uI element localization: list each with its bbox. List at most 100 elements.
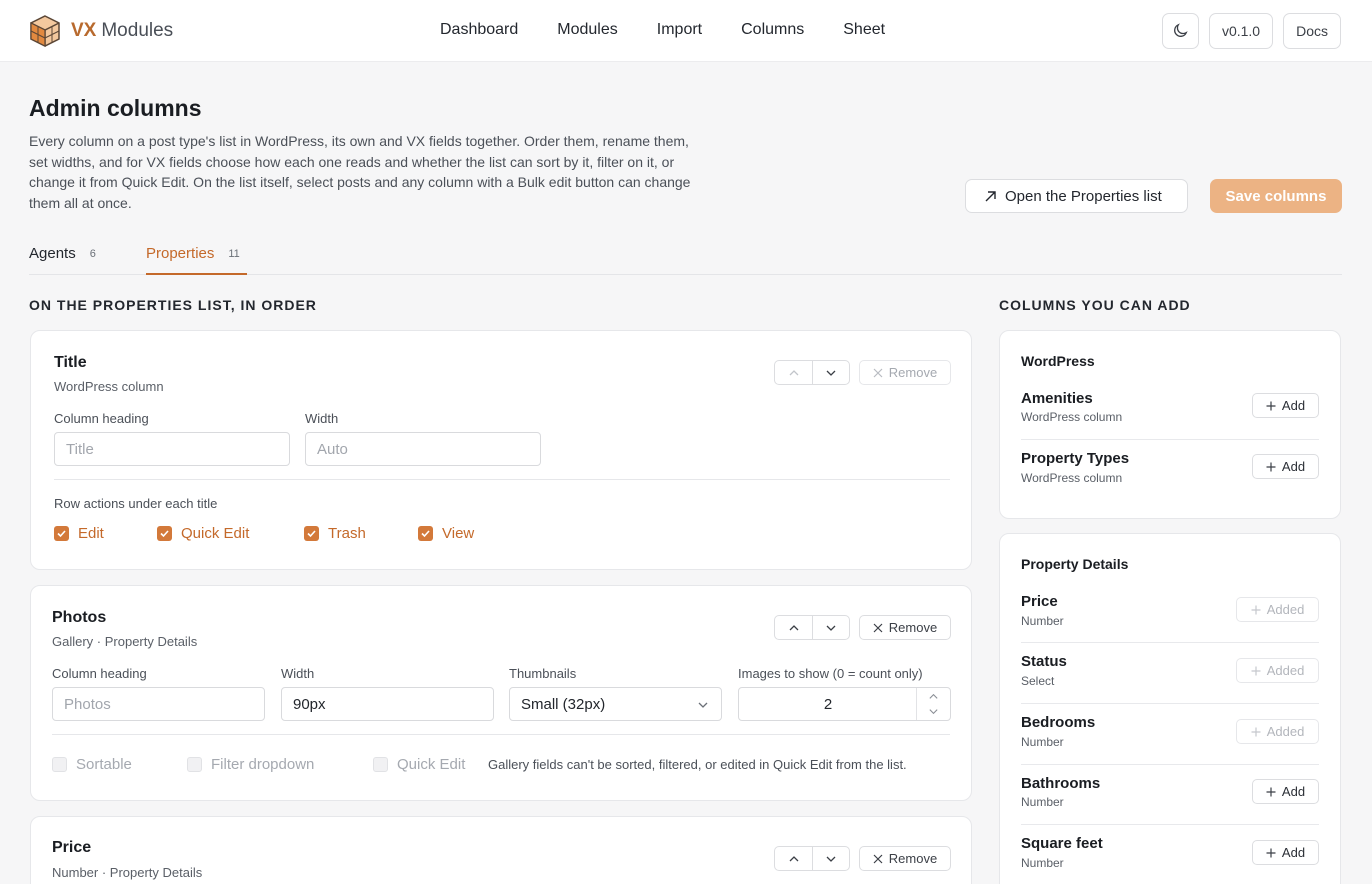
tab-label: Agents — [29, 245, 76, 262]
move-up-button[interactable] — [775, 616, 812, 639]
available-column-type: Number — [1021, 795, 1064, 809]
column-heading-input[interactable]: Title — [54, 432, 290, 466]
main-nav: Dashboard Modules Import Columns Sheet — [440, 20, 885, 40]
column-subtitle: WordPress column — [54, 379, 164, 394]
moon-icon — [1174, 23, 1189, 37]
checkbox-checked — [304, 526, 319, 541]
column-subtitle: Gallery · Property Details — [52, 634, 198, 649]
chevron-up-icon — [789, 369, 798, 375]
column-controls: Remove — [774, 615, 951, 640]
field-label: Width — [281, 666, 315, 681]
checkbox-disabled — [187, 757, 202, 772]
remove-label: Remove — [888, 851, 938, 866]
field-label: Column heading — [52, 666, 147, 681]
field-label: Column heading — [54, 411, 149, 426]
nav-columns[interactable]: Columns — [741, 20, 804, 40]
row-action-trash-checkbox[interactable]: Trash — [304, 525, 366, 542]
docs-button[interactable]: Docs — [1283, 13, 1341, 49]
brand-prefix: VX — [71, 20, 97, 41]
columns-in-order-heading: ON THE PROPERTIES LIST, IN ORDER — [29, 297, 317, 313]
available-column-type: Number — [1021, 856, 1064, 870]
remove-button[interactable]: Remove — [859, 360, 951, 385]
nav-modules[interactable]: Modules — [557, 20, 617, 40]
width-input[interactable]: Auto — [305, 432, 541, 466]
column-heading-input[interactable]: Photos — [52, 687, 265, 721]
filter-dropdown-checkbox[interactable]: Filter dropdown — [187, 756, 314, 773]
stepper-arrows[interactable] — [916, 688, 950, 720]
tab-properties[interactable]: Properties 11 — [146, 245, 247, 275]
divider — [1021, 824, 1319, 825]
move-down-button[interactable] — [812, 361, 849, 384]
available-column-name: Amenities — [1021, 390, 1093, 407]
checkbox-label: View — [442, 525, 475, 542]
field-label: Images to show (0 = count only) — [738, 666, 923, 681]
add-square-feet-button[interactable]: Add — [1252, 840, 1319, 865]
add-property-types-button[interactable]: Add — [1252, 454, 1319, 479]
added-price-button[interactable]: Added — [1236, 597, 1319, 622]
add-bathrooms-button[interactable]: Add — [1252, 779, 1319, 804]
sortable-checkbox[interactable]: Sortable — [52, 756, 132, 773]
check-icon — [421, 530, 430, 538]
move-down-button[interactable] — [812, 847, 849, 870]
add-amenities-button[interactable]: Add — [1252, 393, 1319, 418]
checkbox-disabled — [373, 757, 388, 772]
plus-icon — [1251, 666, 1261, 675]
column-title: Photos — [52, 609, 107, 626]
close-icon — [873, 368, 883, 377]
nav-dashboard[interactable]: Dashboard — [440, 20, 518, 40]
plus-icon — [1266, 462, 1276, 471]
stepper-value: 2 — [823, 695, 833, 713]
gallery-note: Gallery fields can't be sorted, filtered… — [488, 757, 907, 772]
add-label: Add — [1281, 459, 1306, 474]
available-column-type: WordPress column — [1021, 471, 1123, 485]
thumbnails-select[interactable]: Small (32px) — [509, 687, 722, 721]
remove-button[interactable]: Remove — [859, 846, 951, 871]
column-controls: Remove — [774, 360, 951, 385]
row-action-quick-edit-checkbox[interactable]: Quick Edit — [157, 525, 249, 542]
field-label: Width — [305, 411, 339, 426]
checkbox-label: Filter dropdown — [211, 756, 315, 773]
quick-edit-checkbox[interactable]: Quick Edit — [373, 756, 465, 773]
move-up-button[interactable] — [775, 361, 812, 384]
group-title: Property Details — [1021, 556, 1129, 572]
brand-logo[interactable]: VX Modules — [28, 14, 173, 48]
chevron-down-icon — [698, 702, 708, 708]
theme-toggle-button[interactable] — [1161, 13, 1199, 49]
available-column-type: WordPress column — [1021, 410, 1123, 424]
check-icon — [307, 530, 316, 538]
row-action-view-checkbox[interactable]: View — [418, 525, 474, 542]
column-subtitle: Number · Property Details — [52, 865, 203, 880]
tab-agents[interactable]: Agents 6 — [29, 245, 96, 275]
divider — [1021, 764, 1319, 765]
reorder-buttons — [774, 846, 850, 871]
nav-sheet[interactable]: Sheet — [843, 20, 885, 40]
close-icon — [873, 854, 883, 863]
images-to-show-stepper[interactable]: 2 — [738, 687, 951, 721]
check-icon — [57, 530, 66, 538]
nav-import[interactable]: Import — [657, 20, 702, 40]
version-badge[interactable]: v0.1.0 — [1208, 13, 1274, 49]
remove-label: Remove — [888, 365, 938, 380]
width-input[interactable]: 90px — [281, 687, 494, 721]
add-label: Add — [1281, 784, 1306, 799]
remove-button[interactable]: Remove — [859, 615, 951, 640]
checkbox-label: Edit — [78, 525, 104, 542]
added-status-button[interactable]: Added — [1236, 658, 1319, 683]
checkbox-label: Quick Edit — [181, 525, 250, 542]
tab-count: 11 — [228, 248, 240, 260]
divider — [52, 734, 950, 735]
available-column-name: Bedrooms — [1021, 714, 1096, 731]
tab-count: 6 — [89, 248, 96, 260]
move-down-button[interactable] — [812, 616, 849, 639]
added-bedrooms-button[interactable]: Added — [1236, 719, 1319, 744]
post-type-tabs: Agents 6 Properties 11 — [29, 240, 1342, 275]
row-action-edit-checkbox[interactable]: Edit — [54, 525, 104, 542]
add-group-property-details: Property Details Price Number Added Stat… — [999, 533, 1341, 884]
open-list-button[interactable]: Open the Properties list — [965, 179, 1188, 213]
tab-label: Properties — [146, 245, 215, 262]
chevron-down-icon — [826, 856, 836, 862]
reorder-buttons — [774, 360, 850, 385]
move-up-button[interactable] — [775, 847, 812, 870]
save-columns-button[interactable]: Save columns — [1210, 179, 1342, 213]
column-controls: Remove — [774, 846, 951, 871]
